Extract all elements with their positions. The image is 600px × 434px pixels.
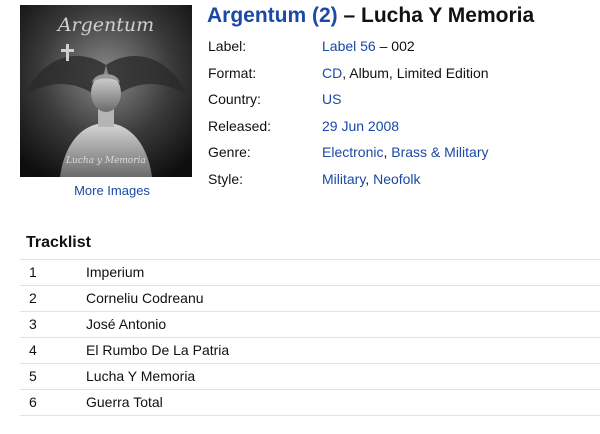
released-date-link[interactable]: 29 Jun 2008: [322, 118, 399, 134]
format-value: CD, Album, Limited Edition: [322, 64, 489, 82]
track-row[interactable]: 2 Corneliu Codreanu: [20, 286, 600, 312]
track-row[interactable]: 5 Lucha Y Memoria: [20, 364, 600, 390]
style-link-neofolk[interactable]: Neofolk: [373, 171, 420, 187]
track-title: Lucha Y Memoria: [86, 368, 196, 384]
format-cd-link[interactable]: CD: [322, 65, 342, 81]
genre-link-brass-military[interactable]: Brass & Military: [391, 144, 488, 160]
format-key: Format:: [208, 64, 257, 81]
style-key: Style:: [208, 170, 244, 187]
style-value: Military, Neofolk: [322, 170, 421, 188]
track-position: 4: [29, 342, 37, 358]
track-position: 6: [29, 394, 37, 410]
country-link[interactable]: US: [322, 91, 341, 107]
style-link-military[interactable]: Military: [322, 171, 365, 187]
genre-link-electronic[interactable]: Electronic: [322, 144, 383, 160]
artist-link[interactable]: Argentum (2): [207, 4, 338, 27]
more-images-link[interactable]: More Images: [60, 183, 164, 198]
tracklist-table: 1 Imperium 2 Corneliu Codreanu 3 José An…: [20, 259, 600, 416]
released-value: 29 Jun 2008: [322, 117, 399, 135]
label-link[interactable]: Label 56: [322, 38, 376, 54]
catalog-number: – 002: [375, 38, 415, 54]
country-value: US: [322, 90, 341, 108]
album-cover-image[interactable]: Argentum Lucha y Memoria: [20, 5, 192, 177]
track-title: Imperium: [86, 264, 145, 280]
tracklist-heading: Tracklist: [26, 234, 91, 251]
track-position: 5: [29, 368, 37, 384]
track-title: Corneliu Codreanu: [86, 290, 204, 306]
track-title: Guerra Total: [86, 394, 163, 410]
style-separator: ,: [365, 170, 374, 187]
released-key: Released:: [208, 117, 272, 134]
track-title: José Antonio: [86, 316, 167, 332]
format-details: , Album, Limited Edition: [342, 64, 489, 81]
svg-text:Lucha y Memoria: Lucha y Memoria: [65, 156, 146, 166]
cover-artwork: Argentum Lucha y Memoria: [20, 5, 192, 177]
track-position: 3: [29, 316, 37, 332]
svg-text:Argentum: Argentum: [56, 14, 154, 36]
title-separator: –: [337, 4, 362, 27]
track-row[interactable]: 6 Guerra Total: [20, 390, 600, 416]
track-row[interactable]: 4 El Rumbo De La Patria: [20, 338, 600, 364]
track-row[interactable]: 3 José Antonio: [20, 312, 600, 338]
track-position: 1: [29, 264, 37, 280]
track-row[interactable]: 1 Imperium: [20, 260, 600, 286]
release-title: Argentum (2) – Lucha Y Memoria: [207, 4, 534, 28]
track-position: 2: [29, 290, 37, 306]
genre-value: Electronic, Brass & Military: [322, 143, 488, 161]
country-key: Country:: [208, 91, 261, 107]
album-title: Lucha Y Memoria: [361, 4, 535, 27]
track-title: El Rumbo De La Patria: [86, 342, 230, 358]
genre-key: Genre:: [208, 144, 251, 160]
label-value: Label 56 – 002: [322, 37, 415, 55]
label-key: Label:: [208, 38, 247, 54]
